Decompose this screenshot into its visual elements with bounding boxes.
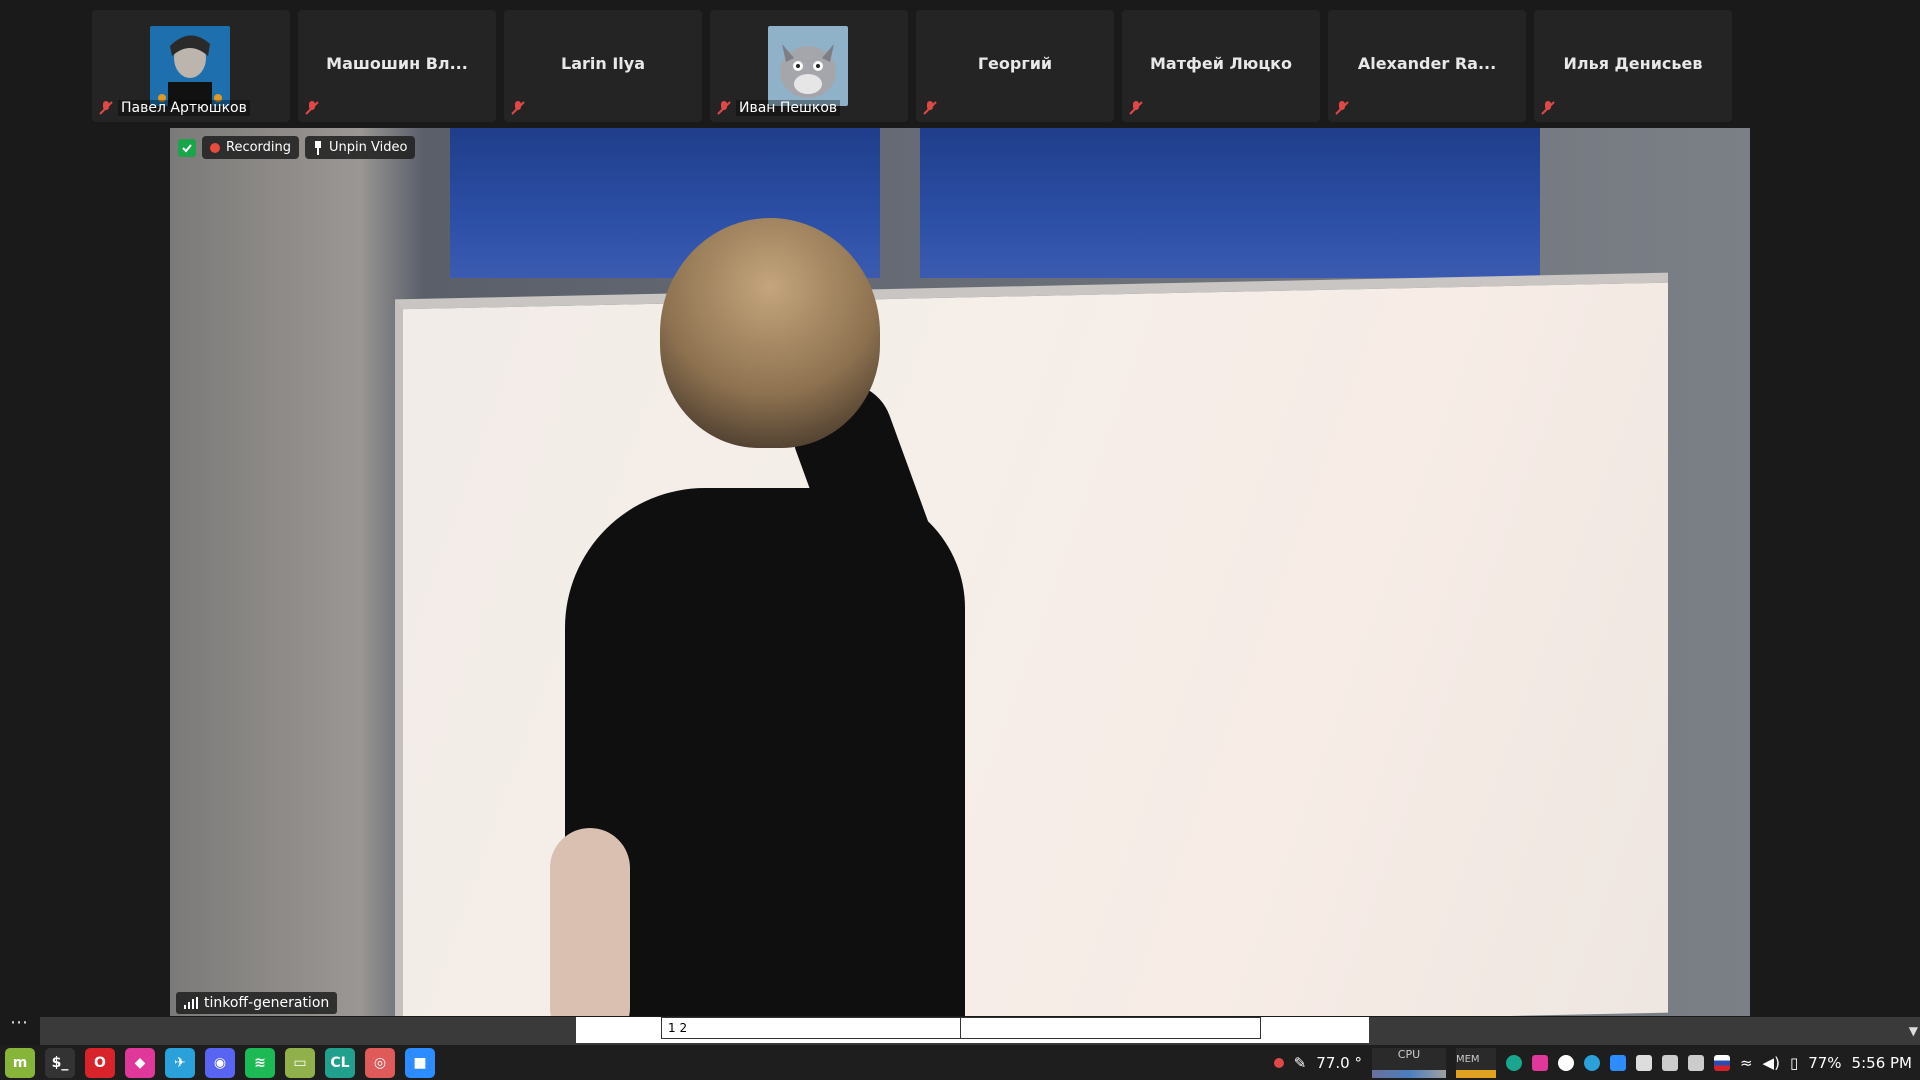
system-tray: ✎ 77.0 ° CPU MEM ≈ ◀) ▯ 77% 5:56 PM xyxy=(1273,1045,1920,1080)
speaker-name: tinkoff-generation xyxy=(204,995,330,1011)
participant-tile[interactable]: Alexander Ra... xyxy=(1328,10,1526,122)
video-overlay-controls: Recording Unpin Video xyxy=(178,136,416,159)
telegram-tray-icon[interactable] xyxy=(1583,1054,1600,1071)
mic-muted-icon xyxy=(511,101,525,115)
pinned-video[interactable]: Recording Unpin Video tinkoff-generation xyxy=(170,128,1750,1016)
participant-name: Георгий xyxy=(977,54,1053,73)
telegram-icon[interactable]: ✈ xyxy=(165,1047,195,1078)
participant-name: Матфей Люцко xyxy=(1149,54,1293,73)
clipboard-icon[interactable] xyxy=(1661,1054,1678,1071)
terminal-icon[interactable]: $_ xyxy=(45,1047,75,1078)
video-window-right xyxy=(920,128,1540,278)
pin-icon xyxy=(315,140,322,155)
participant-tile[interactable]: Павел Артюшков xyxy=(92,10,290,122)
mic-muted-icon xyxy=(99,101,113,115)
cpu-label: CPU xyxy=(1397,1047,1421,1061)
participant-name: Павел Артюшков xyxy=(118,100,250,116)
opera-icon[interactable]: O xyxy=(85,1047,115,1078)
clion-icon[interactable]: CL xyxy=(325,1047,355,1078)
mic-muted-icon xyxy=(1335,101,1349,115)
taskbar: m $_ O ◆ ✈ ◉ ≋ ▭ CL ◎ ■ ✎ 77.0 ° CPU MEM ≈ ◀) ▯ 77… xyxy=(0,1045,1920,1080)
clock[interactable]: 5:56 PM xyxy=(1852,1054,1912,1072)
participant-name: Иван Пешков xyxy=(736,100,841,116)
battery-percent: 77% xyxy=(1808,1053,1842,1072)
mic-muted-icon xyxy=(923,101,937,115)
avatar xyxy=(768,26,848,106)
mic-muted-icon xyxy=(1129,101,1143,115)
jetbrains-tray-icon[interactable] xyxy=(1531,1054,1548,1071)
jetbrains-toolbox-icon[interactable]: ◆ xyxy=(125,1047,155,1078)
game-icon[interactable]: ◎ xyxy=(365,1047,395,1078)
cpu-monitor[interactable]: CPU xyxy=(1371,1047,1446,1078)
mem-label: MEM xyxy=(1455,1053,1480,1065)
mic-muted-icon xyxy=(1541,101,1555,115)
recording-dot-icon xyxy=(210,142,220,153)
speaker-name-label: tinkoff-generation xyxy=(176,992,338,1014)
files-icon[interactable]: ▭ xyxy=(285,1047,315,1078)
participant-tile[interactable]: Георгий xyxy=(916,10,1114,122)
mic-muted-icon xyxy=(305,101,319,115)
battery-icon[interactable]: ▯ xyxy=(1790,1054,1798,1072)
recording-indicator[interactable]: Recording xyxy=(202,136,300,159)
mint-menu-icon[interactable]: m xyxy=(5,1047,35,1078)
participant-tile[interactable]: Larin Ilya xyxy=(504,10,702,122)
keyboard-layout-flag-icon[interactable] xyxy=(1713,1054,1730,1071)
mem-monitor[interactable]: MEM xyxy=(1455,1047,1496,1078)
unpin-video-button[interactable]: Unpin Video xyxy=(305,136,416,159)
volume-icon[interactable]: ◀) xyxy=(1763,1054,1780,1072)
participant-strip: Павел Артюшков Машошин Вл... Larin Ilya xyxy=(92,10,1734,122)
discord-icon[interactable]: ◉ xyxy=(205,1047,235,1078)
obs-icon[interactable] xyxy=(1557,1054,1574,1071)
presenter-head xyxy=(660,218,880,448)
scroll-down-icon[interactable]: ▼ xyxy=(1909,1024,1918,1038)
wifi-icon[interactable]: ≈ xyxy=(1740,1054,1753,1072)
participant-name: Машошин Вл... xyxy=(326,54,468,73)
unpin-label: Unpin Video xyxy=(329,140,408,155)
participant-tile[interactable]: Матфей Люцко xyxy=(1122,10,1320,122)
participant-tile[interactable]: Машошин Вл... xyxy=(298,10,496,122)
participant-name: Илья Денисьев xyxy=(1563,54,1703,73)
encryption-shield-icon[interactable] xyxy=(178,138,196,157)
participant-tile[interactable]: Иван Пешков xyxy=(710,10,908,122)
workspace-divider xyxy=(960,1017,961,1039)
zoom-icon[interactable]: ■ xyxy=(405,1047,435,1078)
shield-tray-icon[interactable] xyxy=(1687,1054,1704,1071)
zoom-tray-icon[interactable] xyxy=(1609,1054,1626,1071)
workspace-switcher[interactable]: 1 2 xyxy=(661,1017,1261,1039)
mic-muted-icon xyxy=(717,101,731,115)
bluetooth-icon[interactable] xyxy=(1635,1054,1652,1071)
participant-name: Alexander Ra... xyxy=(1357,54,1497,73)
presenter-hand xyxy=(550,828,630,1016)
taskbar-apps: m $_ O ◆ ✈ ◉ ≋ ▭ CL ◎ ■ xyxy=(0,1047,440,1078)
participant-name: Larin Ilya xyxy=(561,54,645,73)
recording-label: Recording xyxy=(226,140,292,155)
thermometer-icon: ✎ xyxy=(1293,1053,1307,1072)
more-options-icon[interactable]: ⋯ xyxy=(10,1012,28,1033)
temperature-reading: 77.0 ° xyxy=(1316,1053,1362,1072)
avatar xyxy=(150,26,230,106)
participant-tile[interactable]: Илья Денисьев xyxy=(1534,10,1732,122)
connection-signal-icon xyxy=(184,997,198,1009)
location-icon[interactable] xyxy=(1273,1057,1284,1068)
vpn-icon[interactable] xyxy=(1505,1054,1522,1071)
spotify-icon[interactable]: ≋ xyxy=(245,1047,275,1078)
